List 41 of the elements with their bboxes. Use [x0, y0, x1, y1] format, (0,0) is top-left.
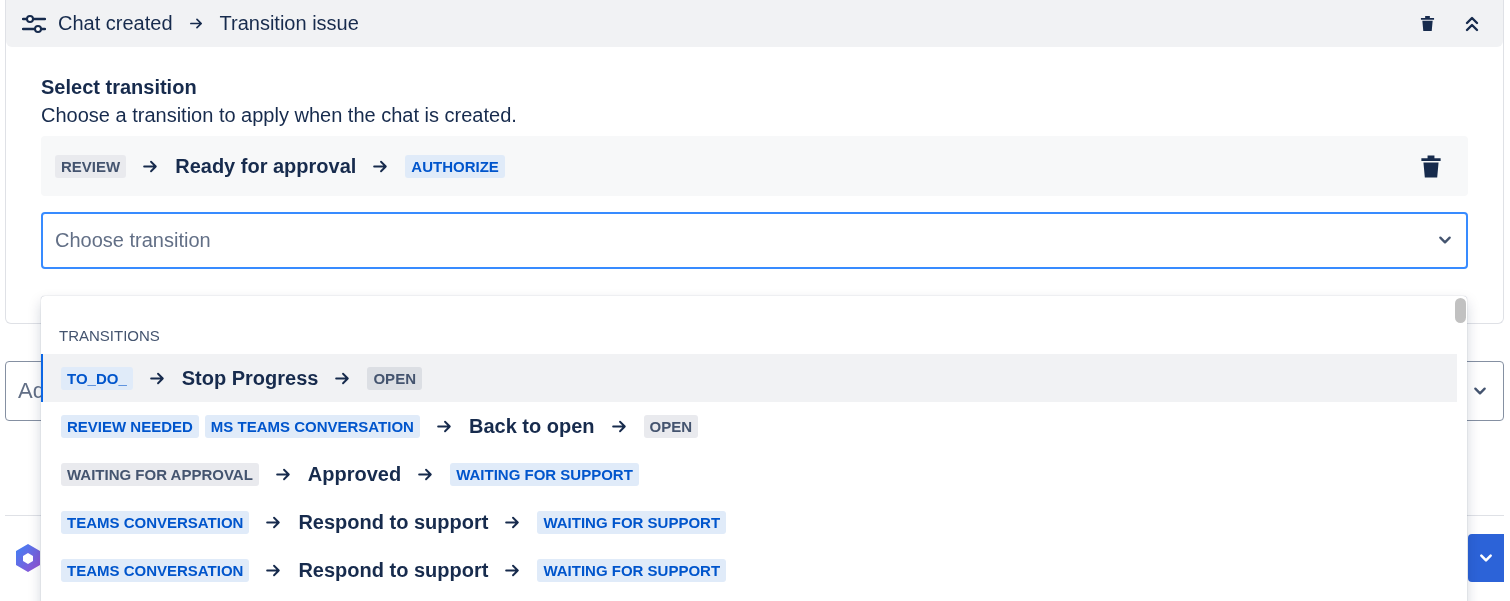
transition-select[interactable]: Choose transition: [41, 212, 1468, 269]
action-label: Transition issue: [219, 12, 359, 35]
arrow-icon: [188, 16, 204, 31]
transition-option[interactable]: TEAMS CONVERSATION Respond to support WAITING FOR SUPPORT: [41, 498, 1457, 546]
sliders-icon: [22, 13, 46, 34]
trash-icon[interactable]: [1420, 15, 1435, 32]
group-label: TRANSITIONS: [59, 327, 160, 346]
status-lozenge: OPEN: [643, 414, 699, 438]
status-lozenge: TEAMS CONVERSATION: [61, 510, 250, 534]
trash-icon[interactable]: [1420, 153, 1442, 179]
scrollbar-thumb[interactable]: [1455, 298, 1466, 323]
status-lozenge: WAITING FOR SUPPORT: [537, 558, 727, 582]
transition-option[interactable]: TO_DO_ Stop Progress OPEN: [41, 354, 1457, 402]
transition-name: Respond to support: [298, 558, 489, 582]
chevron-down-icon: [1438, 235, 1452, 245]
status-lozenge: WAITING FOR APPROVAL: [61, 462, 259, 486]
status-lozenge: TO_DO_: [61, 366, 133, 390]
chevron-down-icon: [1479, 553, 1493, 563]
status-lozenge: REVIEW NEEDED: [61, 414, 199, 438]
transition-name: Back to open: [468, 414, 595, 438]
transition-name: Stop Progress: [181, 366, 319, 390]
chevron-down-icon: [1473, 386, 1487, 396]
status-lozenge: MS TEAMS CONVERSATION: [204, 414, 420, 438]
section-description: Choose a transition to apply when the chat is created.: [41, 103, 518, 128]
transition-option[interactable]: WAITING FOR APPROVAL Approved WAITING FOR SUPPORT: [41, 450, 1457, 498]
hexagon-logo-icon: [15, 543, 41, 573]
transition-name: Respond to support: [298, 510, 489, 534]
dropdown-button[interactable]: [1468, 534, 1504, 582]
status-lozenge: WAITING FOR SUPPORT: [450, 462, 639, 486]
transition-name: Ready for approval: [175, 154, 357, 178]
trigger-label: Chat created: [58, 12, 173, 35]
collapse-icon[interactable]: [1465, 15, 1479, 32]
transition-name: Approved: [307, 462, 402, 486]
status-lozenge: OPEN: [367, 366, 422, 390]
transition-option[interactable]: TEAMS CONVERSATION Respond to support WAITING FOR SUPPORT: [41, 546, 1457, 594]
status-lozenge: TEAMS CONVERSATION: [61, 558, 250, 582]
status-lozenge: AUTHORIZE: [405, 154, 505, 178]
section-title: Select transition: [41, 75, 198, 100]
status-lozenge: REVIEW: [55, 154, 127, 178]
status-lozenge: WAITING FOR SUPPORT: [537, 510, 727, 534]
transition-option[interactable]: REVIEW NEEDED MS TEAMS CONVERSATION Back to open OPEN: [41, 402, 1457, 450]
